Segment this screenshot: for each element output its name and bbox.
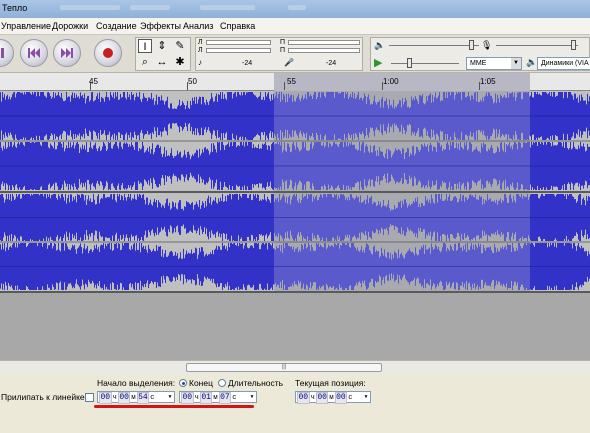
chevron-down-icon: ▼ bbox=[511, 58, 521, 69]
speed-slider[interactable] bbox=[407, 58, 412, 68]
selection-start-label: Начало выделения: bbox=[97, 378, 176, 388]
skip-start-icon bbox=[28, 48, 40, 58]
selection-tool-icon[interactable]: I bbox=[138, 39, 152, 53]
length-radio-label: Длительность bbox=[228, 378, 284, 388]
ruler-label: 55 bbox=[287, 77, 296, 86]
menu-item-tracks[interactable]: Дорожки bbox=[52, 21, 88, 31]
snap-to-checkbox[interactable] bbox=[85, 393, 94, 402]
length-radio[interactable] bbox=[218, 379, 226, 387]
menu-item-effects[interactable]: Эффекты bbox=[140, 21, 181, 31]
record-meter-l bbox=[288, 40, 360, 45]
end-radio-label: Конец bbox=[189, 378, 213, 388]
empty-track-area[interactable] bbox=[0, 293, 590, 360]
output-device-select[interactable]: Динамики (VIA bbox=[537, 57, 590, 70]
play-at-speed-icon[interactable]: ▶ bbox=[374, 56, 382, 69]
meter-db-label-2: -24 bbox=[326, 60, 337, 67]
position-label: Текущая позиция: bbox=[295, 378, 366, 388]
end-radio[interactable] bbox=[179, 379, 187, 387]
record-meter-r bbox=[288, 48, 360, 53]
chevron-down-icon[interactable]: ▼ bbox=[166, 392, 174, 402]
pause-button[interactable] bbox=[0, 39, 14, 67]
output-device-icon: 🔈 bbox=[526, 57, 538, 67]
ruler-label: 50 bbox=[188, 77, 197, 86]
skip-start-button[interactable] bbox=[20, 39, 48, 67]
skip-end-button[interactable] bbox=[53, 39, 81, 67]
draw-tool-icon[interactable]: ✎ bbox=[173, 39, 187, 53]
title-bar-blur bbox=[130, 5, 170, 10]
title-bar-blur bbox=[200, 5, 255, 10]
horizontal-scrollbar[interactable]: ||| bbox=[0, 360, 590, 374]
audio-track-2[interactable] bbox=[0, 193, 590, 293]
record-button[interactable] bbox=[94, 39, 122, 67]
pause-icon bbox=[1, 48, 4, 58]
meter-left-label: Л bbox=[198, 39, 203, 46]
title-bar-blur bbox=[60, 5, 120, 10]
timeline-ruler[interactable]: 45 50 55 1:00 1:05 bbox=[0, 73, 590, 91]
snap-to-label: Прилипать к линейке bbox=[1, 392, 85, 402]
output-volume-track bbox=[389, 45, 479, 46]
selection-start-field[interactable]: 00 ч 00 м 54 с ▼ bbox=[97, 391, 175, 404]
waveform-track-1 bbox=[0, 92, 590, 190]
ruler-label: 45 bbox=[89, 77, 98, 86]
output-volume-slider[interactable] bbox=[469, 40, 474, 50]
menu-item-control[interactable]: Управление bbox=[1, 21, 51, 31]
meter-toolbar: Л Л П П -24 -24 ♪ 🎤 bbox=[195, 37, 363, 71]
waveform-track-2 bbox=[0, 193, 590, 291]
input-volume-slider[interactable] bbox=[571, 40, 576, 50]
speed-track bbox=[391, 63, 459, 64]
scrollbar-thumb[interactable]: ||| bbox=[186, 363, 382, 372]
skip-end-icon bbox=[61, 48, 73, 58]
title-bar-blur bbox=[288, 5, 306, 10]
multi-tool-icon[interactable]: ✱ bbox=[173, 55, 187, 69]
menu-item-analyze[interactable]: Анализ bbox=[183, 21, 213, 31]
menu-item-generate[interactable]: Создание bbox=[96, 21, 137, 31]
ruler-label: 1:05 bbox=[480, 77, 496, 86]
menu-bar: Управление Дорожки Создание Эффекты Анал… bbox=[0, 18, 590, 35]
ruler-tick bbox=[284, 82, 285, 90]
title-bar: Тепло bbox=[0, 0, 590, 18]
meter-rec-right-label: П bbox=[280, 47, 286, 54]
highlight-underline bbox=[94, 405, 254, 408]
record-icon bbox=[103, 48, 113, 58]
mic-icon: 🎙 bbox=[481, 40, 493, 50]
selection-toolbar: Начало выделения: Конец Длительность Тек… bbox=[0, 374, 590, 433]
meter-right-label: Л bbox=[198, 47, 203, 54]
zoom-tool-icon[interactable]: ⌕ bbox=[138, 55, 152, 69]
mic-small-icon: 🎤 bbox=[284, 58, 294, 67]
meter-db-label: -24 bbox=[242, 60, 253, 67]
selection-end-field[interactable]: 00 ч 01 м 07 с ▼ bbox=[179, 391, 257, 404]
playback-meter-r bbox=[206, 48, 271, 53]
audio-track-1[interactable] bbox=[0, 91, 590, 193]
speaker-icon: 🔈 bbox=[374, 40, 386, 50]
envelope-tool-icon[interactable]: ⇕ bbox=[155, 39, 169, 53]
speaker-small-icon: ♪ bbox=[198, 58, 202, 67]
input-volume-track bbox=[496, 45, 578, 46]
timeshift-tool-icon[interactable]: ↔ bbox=[155, 55, 169, 69]
mixer-toolbar: 🔈 🎙 ▶ MME ▼ 🔈 Динамики (VIA bbox=[370, 37, 590, 71]
playback-meter-l bbox=[206, 40, 271, 45]
tools-palette: I ⇕ ✎ ⌕ ↔ ✱ bbox=[135, 37, 191, 71]
meter-rec-left-label: П bbox=[280, 39, 286, 46]
menu-item-help[interactable]: Справка bbox=[220, 21, 255, 31]
chevron-down-icon[interactable]: ▼ bbox=[362, 392, 370, 402]
window-title: Тепло bbox=[2, 3, 28, 13]
audio-position-field[interactable]: 00 ч 00 м 00 с ▼ bbox=[295, 391, 371, 404]
ruler-label: 1:00 bbox=[383, 77, 399, 86]
chevron-down-icon[interactable]: ▼ bbox=[248, 392, 256, 402]
audio-host-select[interactable]: MME ▼ bbox=[466, 57, 522, 70]
